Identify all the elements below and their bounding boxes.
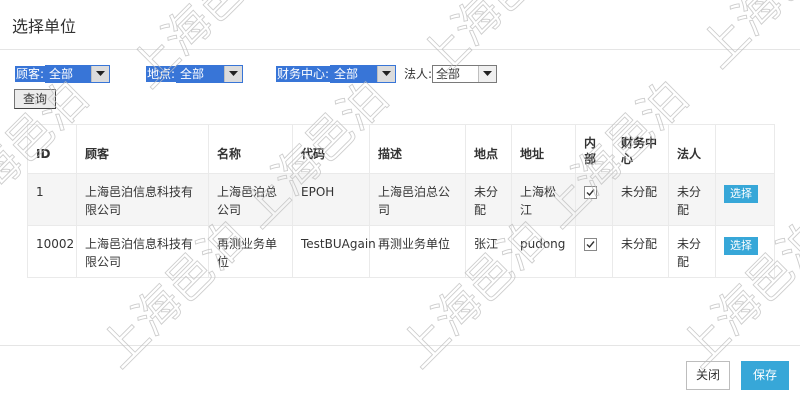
cell-action: 选择 — [715, 225, 775, 278]
column-header-name: 名称 — [208, 124, 293, 174]
internal-checkbox — [584, 238, 597, 251]
finance-center-select[interactable]: 全部 — [330, 65, 397, 83]
location-select-value: 全部 — [180, 67, 205, 81]
cell-description: 再测业务单位 — [369, 225, 466, 278]
cell-name: 上海邑泊总公司 — [208, 173, 293, 226]
cell-customer: 上海邑泊信息科技有限公司 — [76, 225, 209, 278]
footer-divider — [0, 345, 800, 346]
cell-name: 再测业务单位 — [208, 225, 293, 278]
select-button[interactable]: 选择 — [724, 237, 758, 255]
customer-filter: 顾客: 全部 — [15, 65, 111, 83]
cell-action: 选择 — [715, 173, 775, 226]
chevron-down-icon — [377, 66, 396, 82]
chevron-down-icon — [224, 66, 243, 82]
column-header-code: 代码 — [292, 124, 370, 174]
table-row[interactable]: 10002 上海邑泊信息科技有限公司 再测业务单位 TestBUAgain 再测… — [27, 225, 775, 278]
watermark-text: 上海邑泊 — [690, 0, 800, 78]
legal-person-filter-label: 法人: — [404, 67, 433, 81]
column-header-id: ID — [27, 124, 77, 174]
cell-description: 上海邑泊总公司 — [369, 173, 466, 226]
location-select[interactable]: 全部 — [176, 65, 244, 83]
header-divider — [0, 49, 800, 50]
cell-finance-center: 未分配 — [612, 173, 669, 226]
internal-checkbox — [584, 186, 597, 199]
column-header-location: 地点 — [465, 124, 512, 174]
location-filter: 地点: 全部 — [146, 65, 244, 83]
cell-code: TestBUAgain — [292, 225, 376, 278]
customer-select-value: 全部 — [49, 67, 74, 81]
cell-legal-person: 未分配 — [668, 173, 716, 226]
close-button[interactable]: 关闭 — [686, 361, 730, 390]
finance-center-select-value: 全部 — [334, 67, 359, 81]
column-header-description: 描述 — [369, 124, 466, 174]
column-header-address: 地址 — [511, 124, 576, 174]
chevron-down-icon — [91, 66, 110, 82]
dialog-title: 选择单位 — [12, 17, 77, 36]
select-button[interactable]: 选择 — [724, 185, 758, 203]
cell-customer: 上海邑泊信息科技有限公司 — [76, 173, 209, 226]
cell-address: pudong — [511, 225, 576, 278]
cell-address: 上海松江 — [511, 173, 576, 226]
table-row[interactable]: 1 上海邑泊信息科技有限公司 上海邑泊总公司 EPOH 上海邑泊总公司 未分配 … — [27, 173, 775, 226]
cell-location: 未分配 — [465, 173, 512, 226]
cell-id: 10002 — [27, 225, 77, 278]
column-header-legal-person: 法人 — [668, 124, 716, 174]
cell-finance-center: 未分配 — [612, 225, 669, 278]
customer-filter-label: 顾客: — [15, 66, 46, 82]
save-button[interactable]: 保存 — [741, 361, 789, 390]
table-header-row: ID 顾客 名称 代码 描述 地点 地址 内部 财务中心 法人 — [27, 124, 775, 174]
column-header-customer: 顾客 — [76, 124, 209, 174]
cell-location: 张江 — [465, 225, 512, 278]
column-header-action — [715, 124, 775, 174]
cell-id: 1 — [27, 173, 77, 226]
chevron-down-icon — [478, 66, 497, 82]
cell-legal-person: 未分配 — [668, 225, 716, 278]
finance-center-filter: 财务中心: 全部 — [276, 65, 397, 83]
unit-table: ID 顾客 名称 代码 描述 地点 地址 内部 财务中心 法人 1 上海邑泊信息… — [27, 124, 775, 278]
column-header-internal: 内部 — [575, 124, 613, 174]
column-header-finance-center: 财务中心 — [612, 124, 669, 174]
finance-center-filter-label: 财务中心: — [276, 66, 331, 82]
customer-select[interactable]: 全部 — [45, 65, 111, 83]
legal-person-select[interactable]: 全部 — [432, 65, 498, 83]
legal-person-select-value: 全部 — [436, 67, 461, 81]
legal-person-filter: 法人: 全部 — [404, 65, 498, 83]
cell-internal — [575, 173, 613, 226]
cell-code: EPOH — [292, 173, 370, 226]
location-filter-label: 地点: — [146, 66, 177, 82]
cell-internal — [575, 225, 613, 278]
query-button[interactable]: 查询 — [14, 89, 56, 109]
